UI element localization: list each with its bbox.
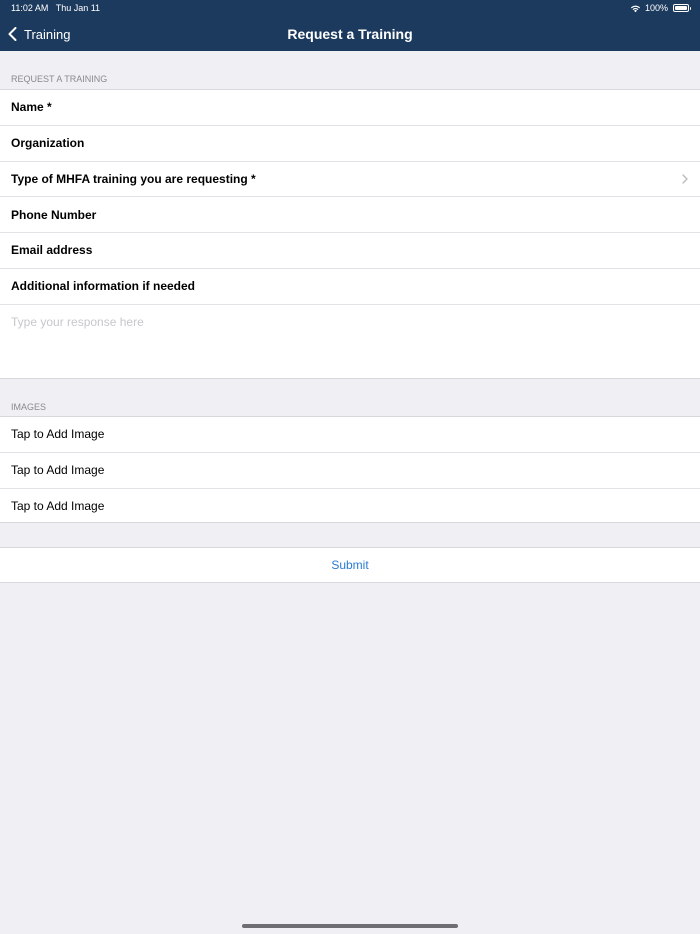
- status-clock: 11:02 AM: [11, 3, 49, 13]
- back-button-label: Training: [24, 26, 71, 42]
- email-field-label: Email address: [11, 243, 93, 258]
- add-image-button[interactable]: Tap to Add Image: [0, 453, 700, 489]
- status-bar: 11:02 AM Thu Jan 11 100%: [0, 0, 700, 16]
- training-type-select[interactable]: Type of MHFA training you are requesting…: [0, 162, 700, 198]
- add-image-label: Tap to Add Image: [11, 427, 105, 442]
- response-container: [0, 305, 700, 380]
- submit-button[interactable]: Submit: [0, 548, 700, 582]
- page-title: Request a Training: [287, 26, 413, 42]
- request-form-group: Name * Organization Type of MHFA trainin…: [0, 89, 700, 379]
- response-textarea[interactable]: [11, 314, 681, 370]
- submit-group: Submit: [0, 547, 700, 583]
- email-field[interactable]: Email address: [0, 233, 700, 269]
- phone-number-field[interactable]: Phone Number: [0, 197, 700, 233]
- status-date: Thu Jan 11: [55, 3, 101, 13]
- additional-info-field: Additional information if needed: [0, 269, 700, 305]
- name-field-label: Name *: [11, 100, 52, 115]
- chevron-left-icon: [8, 27, 17, 41]
- name-field[interactable]: Name *: [0, 90, 700, 126]
- battery-icon: [673, 4, 691, 12]
- section-header-images: IMAGES: [11, 402, 47, 412]
- organization-field-label: Organization: [11, 136, 85, 151]
- add-image-button[interactable]: Tap to Add Image: [0, 489, 700, 525]
- status-time: 11:02 AM Thu Jan 11: [11, 3, 100, 13]
- chevron-right-icon: [682, 174, 688, 184]
- wifi-icon: [630, 5, 641, 12]
- back-button[interactable]: Training: [8, 24, 70, 44]
- navigation-bar: 11:02 AM Thu Jan 11 100% Training Reques…: [0, 0, 700, 51]
- add-image-label: Tap to Add Image: [11, 463, 105, 478]
- organization-field[interactable]: Organization: [0, 126, 700, 162]
- add-image-button[interactable]: Tap to Add Image: [0, 417, 700, 453]
- add-image-label: Tap to Add Image: [11, 499, 105, 514]
- images-group: Tap to Add Image Tap to Add Image Tap to…: [0, 416, 700, 523]
- home-indicator[interactable]: [242, 924, 458, 928]
- battery-percentage: 100%: [644, 3, 668, 13]
- phone-number-label: Phone Number: [11, 207, 97, 222]
- section-header-request: REQUEST A TRAINING: [11, 74, 108, 84]
- training-type-label: Type of MHFA training you are requesting…: [11, 171, 256, 186]
- status-indicators: 100%: [630, 3, 691, 13]
- additional-info-label: Additional information if needed: [11, 279, 195, 294]
